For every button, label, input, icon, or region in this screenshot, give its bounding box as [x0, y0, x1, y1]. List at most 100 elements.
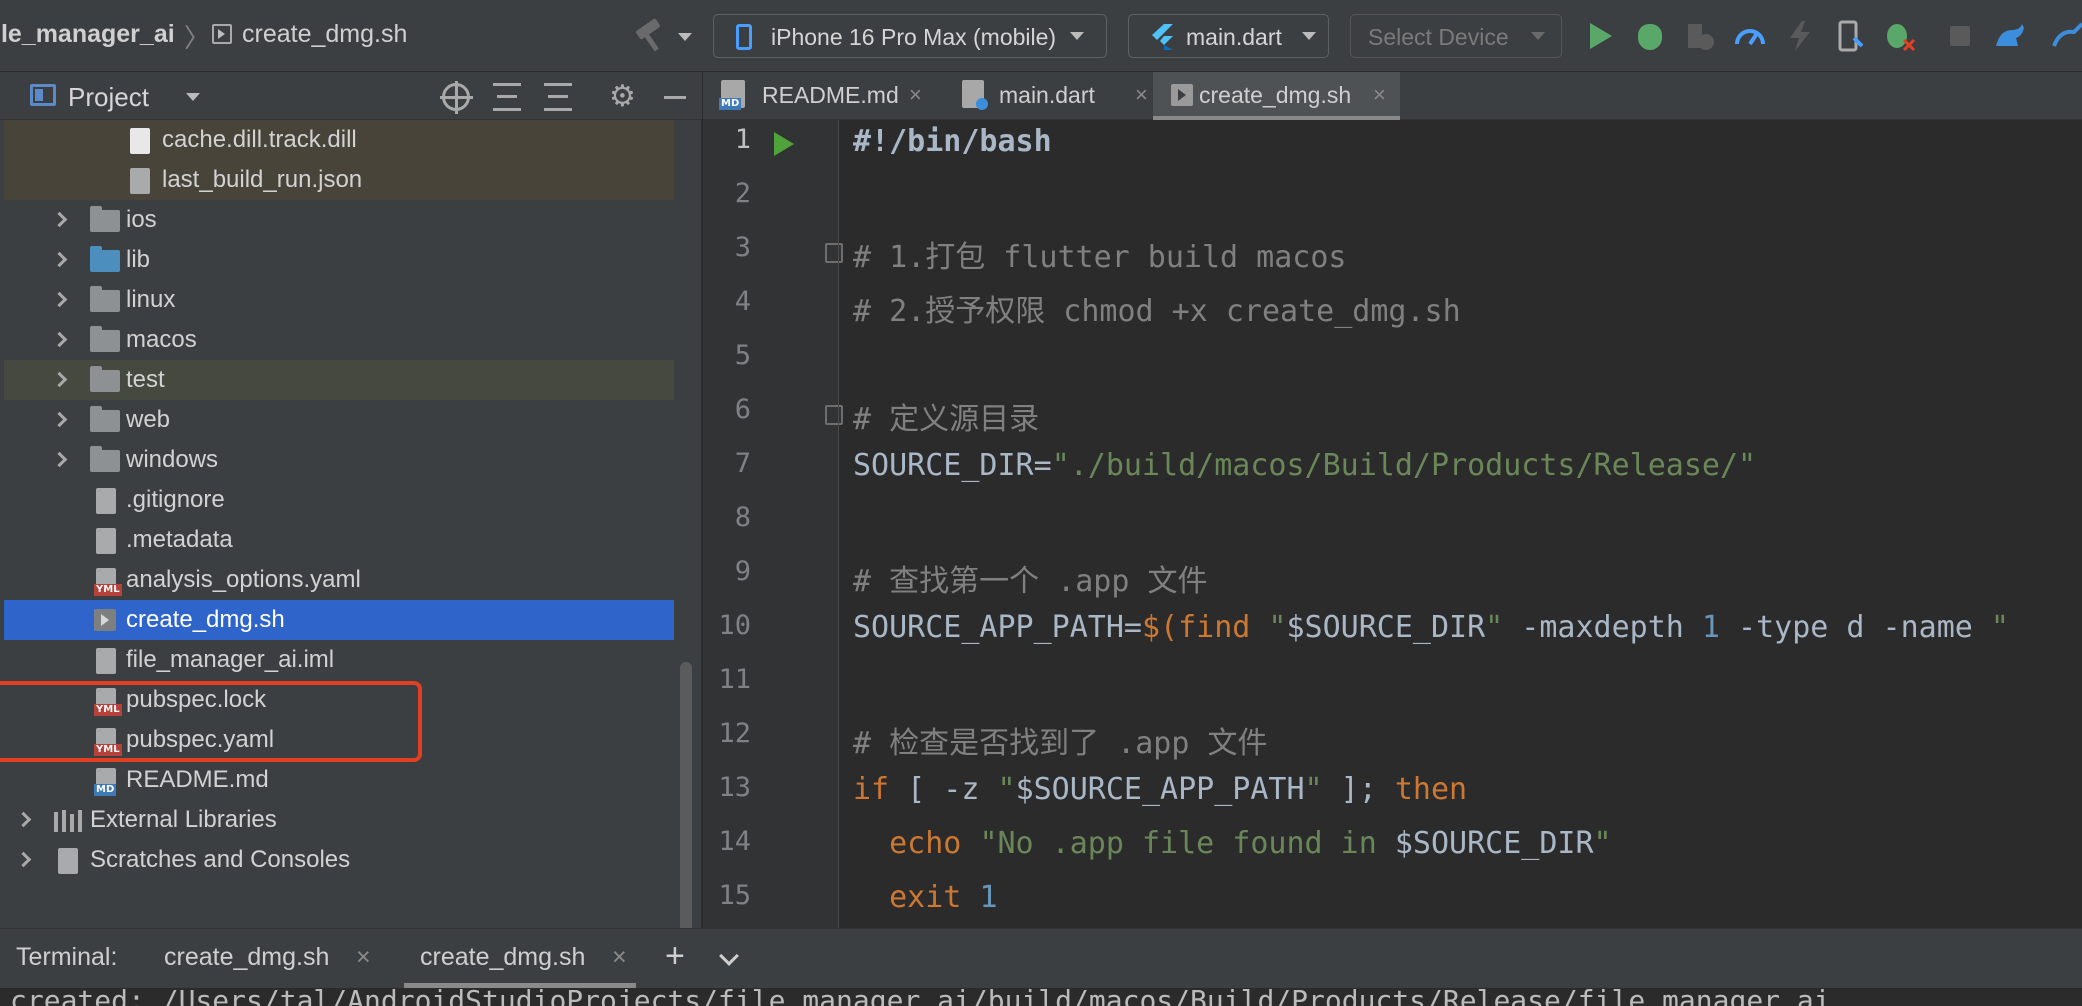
chevron-right-icon[interactable]: [51, 371, 68, 388]
breadcrumb-file[interactable]: create_dmg.sh: [242, 20, 407, 49]
breadcrumb-project[interactable]: ile_manager_ai: [0, 20, 175, 49]
gear-icon[interactable]: ⚙: [609, 82, 637, 112]
tree-item-macos[interactable]: macos: [4, 320, 674, 360]
line-number: 2: [734, 178, 751, 209]
chevron-right-icon[interactable]: [51, 331, 68, 348]
fold-icon[interactable]: [825, 243, 843, 263]
coverage-button[interactable]: [1682, 18, 1718, 54]
device-manager-button[interactable]: [1992, 18, 2028, 54]
tree-item-label: README.md: [126, 766, 269, 793]
tree-item-test[interactable]: test: [4, 360, 674, 400]
build-dropdown-icon[interactable]: [678, 33, 692, 41]
build-hammer-icon[interactable]: [632, 18, 666, 52]
close-icon[interactable]: ×: [356, 943, 371, 972]
chevron-right-icon[interactable]: [15, 811, 32, 828]
tree-item-analysis-options[interactable]: YML analysis_options.yaml: [4, 560, 674, 600]
code-line-7: SOURCE_DIR="./build/macos/Build/Products…: [853, 448, 1757, 483]
chevron-down-icon: [1302, 32, 1316, 40]
fold-icon[interactable]: [825, 405, 843, 425]
chevron-right-icon[interactable]: [51, 211, 68, 228]
tab-main-dart[interactable]: main.dart ×: [939, 72, 1169, 120]
attach-debugger-button[interactable]: [1882, 18, 1918, 54]
run-config-selector[interactable]: main.dart: [1128, 14, 1329, 58]
chevron-down-icon: [1070, 32, 1084, 40]
tree-item-readme[interactable]: MD README.md: [4, 760, 674, 800]
close-icon[interactable]: ×: [1373, 82, 1386, 108]
gradle-sync-button[interactable]: [2050, 18, 2082, 54]
profile-button[interactable]: [1732, 18, 1768, 54]
locate-file-icon[interactable]: [440, 81, 473, 114]
markdown-file-icon: MD: [719, 80, 745, 110]
project-view-title[interactable]: Project: [68, 82, 149, 113]
chevron-right-icon[interactable]: [51, 451, 68, 468]
chevron-right-icon[interactable]: [51, 251, 68, 268]
project-tool-window: Project ⚙ cache.dill.track.dill last_bui…: [0, 72, 702, 992]
tree-item-label: linux: [126, 286, 176, 313]
device-selector[interactable]: iPhone 16 Pro Max (mobile): [713, 14, 1107, 58]
chevron-down-icon[interactable]: [719, 946, 739, 966]
gradle-icon: [2052, 22, 2082, 47]
tree-item-ios[interactable]: ios: [4, 200, 674, 240]
gutter-divider: [838, 120, 839, 928]
code-line-15: exit 1: [853, 880, 998, 915]
tab-label: create_dmg.sh: [1199, 82, 1352, 108]
chevron-right-icon[interactable]: [15, 851, 32, 868]
terminal-tab-2[interactable]: create_dmg.sh: [420, 943, 585, 972]
new-terminal-button[interactable]: +: [665, 937, 685, 976]
run-button[interactable]: [1582, 18, 1618, 54]
tree-item-label: Scratches and Consoles: [90, 846, 351, 873]
debug-button[interactable]: [1632, 18, 1668, 54]
tree-item-windows[interactable]: windows: [4, 440, 674, 480]
line-number: 8: [734, 502, 751, 533]
close-icon[interactable]: ×: [612, 943, 627, 972]
select-device-combo[interactable]: Select Device: [1350, 14, 1562, 58]
tree-item-metadata[interactable]: .metadata: [4, 520, 674, 560]
stop-icon: [1950, 26, 1970, 46]
tree-item-lib[interactable]: lib: [4, 240, 674, 280]
terminal-tab-1[interactable]: create_dmg.sh: [164, 943, 329, 972]
close-icon[interactable]: ×: [1135, 82, 1148, 108]
apply-changes-button[interactable]: [1832, 18, 1868, 54]
hot-reload-button[interactable]: [1782, 18, 1818, 54]
tree-item-label: web: [126, 406, 171, 433]
device-selector-label: iPhone 16 Pro Max (mobile): [771, 24, 1057, 50]
hide-panel-icon[interactable]: [662, 83, 690, 111]
tree-item-cache-dill[interactable]: cache.dill.track.dill: [4, 120, 674, 160]
code-editor[interactable]: 1 2 3 4 5 6 7 8 9 10 11 12 13 14 15 #!/b…: [703, 120, 2082, 928]
tab-create-dmg[interactable]: create_dmg.sh ×: [1153, 72, 1400, 120]
tree-item-create-dmg[interactable]: create_dmg.sh: [4, 600, 674, 640]
code-line-9: # 查找第一个 .app 文件: [853, 564, 1208, 599]
tree-item-web[interactable]: web: [4, 400, 674, 440]
chevron-down-icon[interactable]: [186, 93, 200, 101]
gitignore-file-icon: [96, 488, 116, 514]
close-icon[interactable]: ×: [909, 82, 922, 108]
terminal-output[interactable]: created: /Users/tal/AndroidStudioProject…: [0, 988, 2082, 1006]
tree-item-label: lib: [126, 246, 151, 273]
code-line-12: # 检查是否找到了 .app 文件: [853, 726, 1268, 761]
code-line-10: SOURCE_APP_PATH=$(find "$SOURCE_DIR" -ma…: [853, 610, 2009, 645]
tree-item-scratches[interactable]: Scratches and Consoles: [4, 840, 674, 880]
code-line-3: # 1.打包 flutter build macos: [853, 240, 1347, 275]
code-line-13: if [ -z "$SOURCE_APP_PATH" ]; then: [853, 772, 1468, 807]
code-line-14: echo "No .app file found in $SOURCE_DIR": [853, 826, 1612, 861]
tree-item-gitignore[interactable]: .gitignore: [4, 480, 674, 520]
tree-item-external-libraries[interactable]: External Libraries: [4, 800, 674, 840]
terminal-label: Terminal:: [16, 943, 118, 971]
flutter-icon: [1152, 24, 1173, 50]
tree-item-linux[interactable]: linux: [4, 280, 674, 320]
line-number: 5: [734, 340, 751, 371]
tree-item-iml[interactable]: file_manager_ai.iml: [4, 640, 674, 680]
stop-button[interactable]: [1942, 18, 1978, 54]
tab-readme[interactable]: MD README.md ×: [703, 72, 939, 120]
chevron-right-icon[interactable]: [51, 291, 68, 308]
project-window-icon: [30, 84, 56, 106]
tree-item-last-build-run[interactable]: last_build_run.json: [4, 160, 674, 200]
line-number: 14: [718, 826, 751, 857]
iml-file-icon: [96, 648, 116, 674]
collapse-all-icon[interactable]: [544, 83, 572, 111]
attach-debugger-icon: [1887, 24, 1916, 52]
chevron-right-icon[interactable]: [51, 411, 68, 428]
expand-all-icon[interactable]: [493, 83, 521, 111]
run-script-icon[interactable]: [774, 132, 794, 156]
line-number: 15: [718, 880, 751, 911]
